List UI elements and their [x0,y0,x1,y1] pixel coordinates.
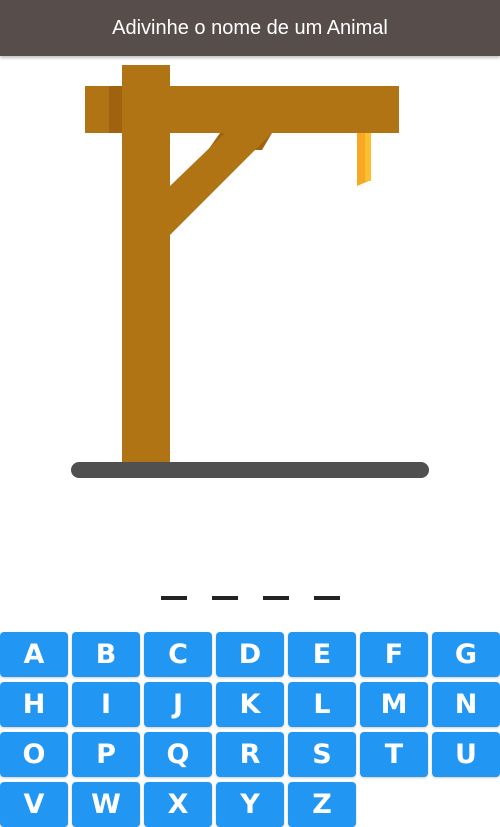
letter-slot [313,568,340,600]
key-d[interactable]: D [216,632,284,677]
key-n[interactable]: N [432,682,500,727]
key-w[interactable]: W [72,782,140,827]
word-slots [0,560,500,600]
key-h[interactable]: H [0,682,68,727]
rope-highlight [365,133,371,181]
key-s[interactable]: S [288,732,356,777]
key-z[interactable]: Z [288,782,356,827]
gallows-post [122,65,170,464]
letter-slot [160,568,187,600]
key-t[interactable]: T [360,732,428,777]
app-bar: Adivinhe o nome de um Animal [0,0,500,56]
key-j[interactable]: J [144,682,212,727]
gallows-illustration [71,65,429,478]
key-c[interactable]: C [144,632,212,677]
key-l[interactable]: L [288,682,356,727]
key-p[interactable]: P [72,732,140,777]
key-k[interactable]: K [216,682,284,727]
key-i[interactable]: I [72,682,140,727]
letter-keyboard: A B C D E F G H I J K L M N O P Q R S T … [0,632,500,827]
key-b[interactable]: B [72,632,140,677]
page-title: Adivinhe o nome de um Animal [112,16,388,39]
key-r[interactable]: R [216,732,284,777]
key-a[interactable]: A [0,632,68,677]
key-o[interactable]: O [0,732,68,777]
key-x[interactable]: X [144,782,212,827]
letter-slot [211,568,238,600]
key-g[interactable]: G [432,632,500,677]
ground [71,462,429,478]
key-f[interactable]: F [360,632,428,677]
key-q[interactable]: Q [144,732,212,777]
gallows-beam-shadow [109,86,122,133]
key-e[interactable]: E [288,632,356,677]
letter-slot [262,568,289,600]
key-v[interactable]: V [0,782,68,827]
key-y[interactable]: Y [216,782,284,827]
key-u[interactable]: U [432,732,500,777]
key-m[interactable]: M [360,682,428,727]
